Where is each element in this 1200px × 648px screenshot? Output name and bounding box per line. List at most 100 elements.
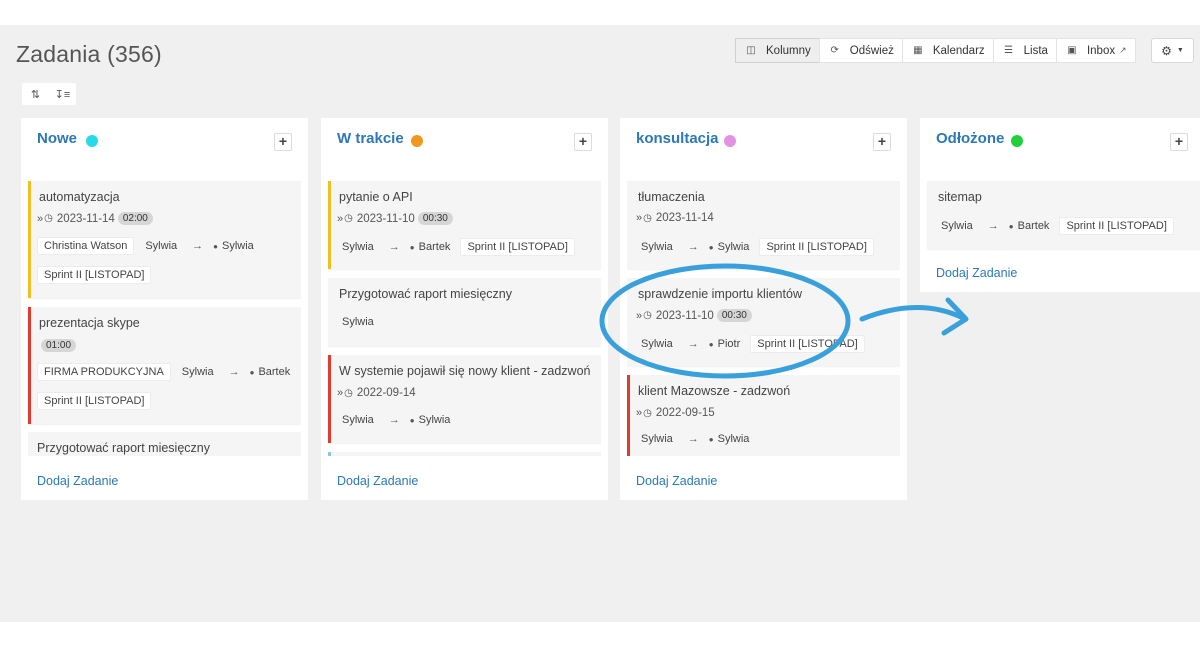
external-link-icon: ↗ (1119, 45, 1127, 55)
duration-badge: 02:00 (117, 212, 153, 225)
add-card-button[interactable]: + (873, 133, 891, 151)
arrow-right-icon: → (987, 220, 999, 232)
user-icon: ● (409, 415, 415, 425)
user-icon: ● (1008, 221, 1014, 231)
refresh-button[interactable]: ⟳ Odśwież (818, 38, 903, 63)
task-card[interactable]: prezentacja skype 01:00 FIRMA PRODUKCYJN… (28, 307, 301, 424)
column-w-trakcie: W trakcie + pytanie o API » ◷ 2023-11-10… (321, 118, 608, 500)
chevrons-right-icon: » (636, 309, 643, 322)
task-card[interactable]: klient Mazowsze - zadzwoń » ◷ 2022-09-15… (627, 375, 900, 456)
refresh-icon: ⟳ (830, 45, 839, 56)
add-task-link[interactable]: Dodaj Zadanie (337, 474, 418, 488)
task-date: 2023-11-14 (655, 212, 714, 224)
task-card[interactable]: Przygotować raport miesięczny (28, 432, 301, 456)
view-kalendarz-label: Kalendarz (932, 44, 985, 57)
assigner-name: Sylwia (342, 241, 374, 253)
sprint-tag: Sprint II [LISTOPAD] (37, 266, 152, 284)
task-tags: Christina Watson Sylwia → ● Sylwia (37, 237, 254, 255)
task-date: 2023-11-10 (655, 309, 714, 322)
arrow-right-icon: → (687, 241, 699, 253)
assignee-name: Piotr (717, 338, 741, 350)
assigner-name: Sylwia (342, 316, 374, 328)
assigner-name: Sylwia (641, 338, 673, 350)
arrow-right-icon: → (192, 240, 204, 252)
task-card[interactable]: Przygotować raport miesięczny Sylwia (328, 278, 601, 346)
column-nowe: Nowe + automatyzacja » ◷ 2023-11-14 02:0… (21, 118, 308, 500)
settings-dropdown-button[interactable]: ⚙ ▼ (1151, 38, 1194, 63)
task-card[interactable]: sprawdzenie importu klientów » ◷ 2023-11… (627, 278, 900, 366)
sort-amount-desc-icon: ↧≡ (54, 88, 71, 101)
add-card-button[interactable]: + (1170, 133, 1188, 151)
sort-descending-button[interactable]: ↧≡ (49, 83, 76, 105)
column-odlozone: Odłożone + sitemap Sylwia → ● Bartek Spr… (920, 118, 1200, 292)
add-task-link[interactable]: Dodaj Zadanie (936, 266, 1017, 280)
sort-amount-down-icon: ⇅ (30, 88, 41, 101)
add-card-button[interactable]: + (574, 133, 592, 151)
task-meta: » ◷ 2023-11-10 00:30 (636, 309, 752, 322)
task-meta: 01:00 (37, 339, 77, 352)
view-lista-button[interactable]: ☰ Lista (992, 38, 1057, 63)
task-tags: Sylwia (337, 314, 383, 330)
sprint-tag: Sprint II [LISTOPAD] (37, 392, 152, 410)
card-list: pytanie o API » ◷ 2023-11-10 00:30 Sylwi… (328, 166, 601, 456)
assignee-name: Bartek (418, 241, 451, 253)
clock-icon: ◷ (643, 407, 652, 419)
sort-ascending-button[interactable]: ⇅ (22, 83, 49, 105)
view-kolumny-button[interactable]: ◫ Kolumny (735, 38, 820, 63)
clock-icon: ◷ (344, 213, 353, 224)
column-color-dot (1011, 135, 1023, 147)
list-icon: ☰ (1004, 45, 1014, 56)
task-card[interactable]: tłumaczenia » ◷ 2023-11-14 Sylwia → ● Sy… (627, 181, 900, 269)
assignee-name: Sylwia (418, 414, 451, 426)
task-meta: » ◷ 2022-09-15 (636, 407, 715, 419)
add-task-link[interactable]: Dodaj Zadanie (636, 474, 717, 488)
inbox-icon: ▣ (1067, 45, 1077, 56)
assigner-name: Sylwia (941, 220, 973, 232)
view-kalendarz-button[interactable]: ▦ Kalendarz (901, 38, 994, 63)
card-list: sitemap Sylwia → ● Bartek Sprint II [LIS… (927, 166, 1200, 249)
task-title: sprawdzenie importu klientów (638, 287, 802, 301)
sort-toolbar: ⇅ ↧≡ (22, 83, 76, 105)
arrow-right-icon: → (388, 241, 400, 253)
inbox-label: Inbox (1086, 44, 1116, 57)
assigner-name: Sylwia (145, 240, 178, 252)
assignee-name: Bartek (258, 366, 291, 378)
view-kolumny-label: Kolumny (766, 44, 811, 57)
column-title: Nowe (37, 130, 78, 147)
task-meta: » ◷ 2022-09-14 (337, 387, 416, 399)
task-card[interactable]: W systemie pojawił się nowy klient - zad… (328, 355, 601, 443)
inbox-button[interactable]: ▣ Inbox ↗ (1055, 38, 1136, 63)
assigner-name: Sylwia (641, 241, 673, 253)
user-icon: ● (708, 434, 714, 444)
column-header: Nowe + (21, 118, 308, 166)
task-card[interactable]: pytanie o API » ◷ 2023-11-10 00:30 Sylwi… (328, 181, 601, 269)
task-title: prezentacja skype (39, 316, 140, 330)
column-color-dot (411, 135, 423, 147)
sprint-tag: Sprint II [LISTOPAD] (750, 335, 865, 353)
task-card-partial[interactable] (328, 452, 601, 456)
task-card[interactable]: automatyzacja » ◷ 2023-11-14 02:00 Chris… (28, 181, 301, 298)
arrow-right-icon: → (228, 366, 240, 378)
task-meta: » ◷ 2023-11-14 (636, 212, 714, 224)
task-meta: » ◷ 2023-11-14 02:00 (37, 212, 153, 225)
column-color-dot (86, 135, 98, 147)
task-card[interactable]: sitemap Sylwia → ● Bartek Sprint II [LIS… (927, 181, 1200, 249)
view-toolbar: ◫ Kolumny ⟳ Odśwież ▦ Kalendarz ☰ Lista … (735, 38, 1136, 63)
arrow-right-icon: → (388, 414, 400, 426)
gear-icon: ⚙ (1161, 43, 1172, 58)
column-header: W trakcie + (321, 118, 608, 166)
add-task-link[interactable]: Dodaj Zadanie (37, 474, 118, 488)
user-icon: ● (409, 242, 415, 252)
add-card-button[interactable]: + (274, 133, 292, 151)
task-sprint-row: Sprint II [LISTOPAD] (37, 392, 157, 410)
assignee-name: Sylwia (221, 240, 254, 252)
task-tags: Sylwia → ● Sylwia Sprint II [LISTOPAD] (636, 238, 880, 256)
arrow-right-icon: → (687, 338, 699, 350)
arrow-right-icon: → (687, 433, 699, 445)
task-tags: Sylwia → ● Sylwia (636, 431, 749, 447)
task-title: tłumaczenia (638, 190, 705, 204)
assigner-name: Sylwia (181, 366, 214, 378)
sprint-tag: Sprint II [LISTOPAD] (1059, 217, 1174, 235)
calendar-icon: ▦ (913, 45, 923, 56)
task-date: 2022-09-15 (655, 407, 715, 419)
